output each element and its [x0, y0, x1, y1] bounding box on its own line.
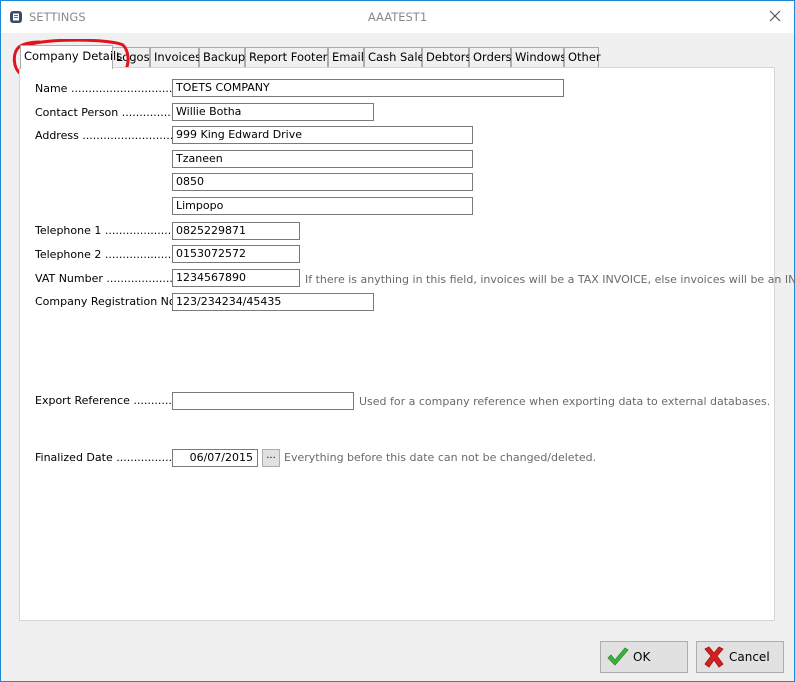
database-name: AAATEST1: [367, 10, 428, 24]
name-field[interactable]: TOETS COMPANY: [172, 79, 564, 97]
contact-person-label: Contact Person ....................: [35, 106, 192, 119]
checkmark-icon: [607, 647, 629, 666]
ok-label: OK: [633, 650, 651, 664]
vat-number-label: VAT Number ........................: [35, 272, 191, 285]
address-line-2-field[interactable]: Tzaneen: [172, 150, 473, 168]
cancel-button[interactable]: Cancel: [696, 641, 784, 673]
close-icon[interactable]: [768, 9, 782, 23]
vat-number-field[interactable]: 1234567890: [172, 269, 300, 287]
tab-report-footers[interactable]: Report Footers: [245, 47, 333, 67]
tab-cash-sale[interactable]: Cash Sale: [364, 47, 425, 67]
cancel-x-icon: [704, 646, 724, 668]
vat-number-hint: If there is anything in this field, invo…: [305, 273, 795, 286]
name-label: Name ..................................: [35, 82, 190, 95]
export-reference-hint: Used for a company reference when export…: [359, 395, 771, 408]
finalized-date-field[interactable]: 06/07/2015: [172, 449, 258, 467]
address-line-4-field[interactable]: Limpopo: [172, 197, 473, 215]
ok-button[interactable]: OK: [600, 641, 688, 673]
telephone-1-label: Telephone 1 .........................: [35, 224, 193, 237]
tab-windows[interactable]: Windows: [511, 47, 566, 67]
tab-other[interactable]: Other: [564, 47, 601, 67]
address-line-3-field[interactable]: 0850: [172, 173, 473, 191]
address-line-1-field[interactable]: 999 King Edward Drive: [172, 126, 473, 144]
tab-company-details[interactable]: Company Details: [20, 45, 122, 69]
date-picker-button[interactable]: ...: [262, 449, 280, 467]
telephone-2-label: Telephone 2 .........................: [35, 248, 193, 261]
cancel-label: Cancel: [729, 650, 770, 664]
finalized-date-hint: Everything before this date can not be c…: [284, 451, 597, 464]
company-details-panel: Name .................................. …: [19, 67, 795, 621]
company-registration-field[interactable]: 123/234234/45435: [172, 293, 374, 311]
tab-debtors[interactable]: Debtors: [422, 47, 472, 67]
company-registration-label: Company Registration No ....: [35, 295, 194, 308]
tab-orders[interactable]: Orders: [469, 47, 512, 67]
finalized-date-label: Finalized Date .....................: [35, 451, 190, 464]
title-bar: SETTINGS AAATEST1: [1, 1, 794, 33]
export-reference-label: Export Reference ................: [35, 394, 190, 407]
tab-backup[interactable]: Backup: [199, 47, 245, 67]
tab-invoices[interactable]: Invoices: [150, 47, 201, 67]
settings-window: SETTINGS AAATEST1 Company Details Logos …: [0, 0, 795, 682]
telephone-1-field[interactable]: 0825229871: [172, 222, 300, 240]
tab-email[interactable]: Email: [328, 47, 364, 67]
export-reference-field[interactable]: [172, 392, 354, 410]
contact-person-field[interactable]: Willie Botha: [172, 103, 374, 121]
telephone-2-field[interactable]: 0153072572: [172, 245, 300, 263]
